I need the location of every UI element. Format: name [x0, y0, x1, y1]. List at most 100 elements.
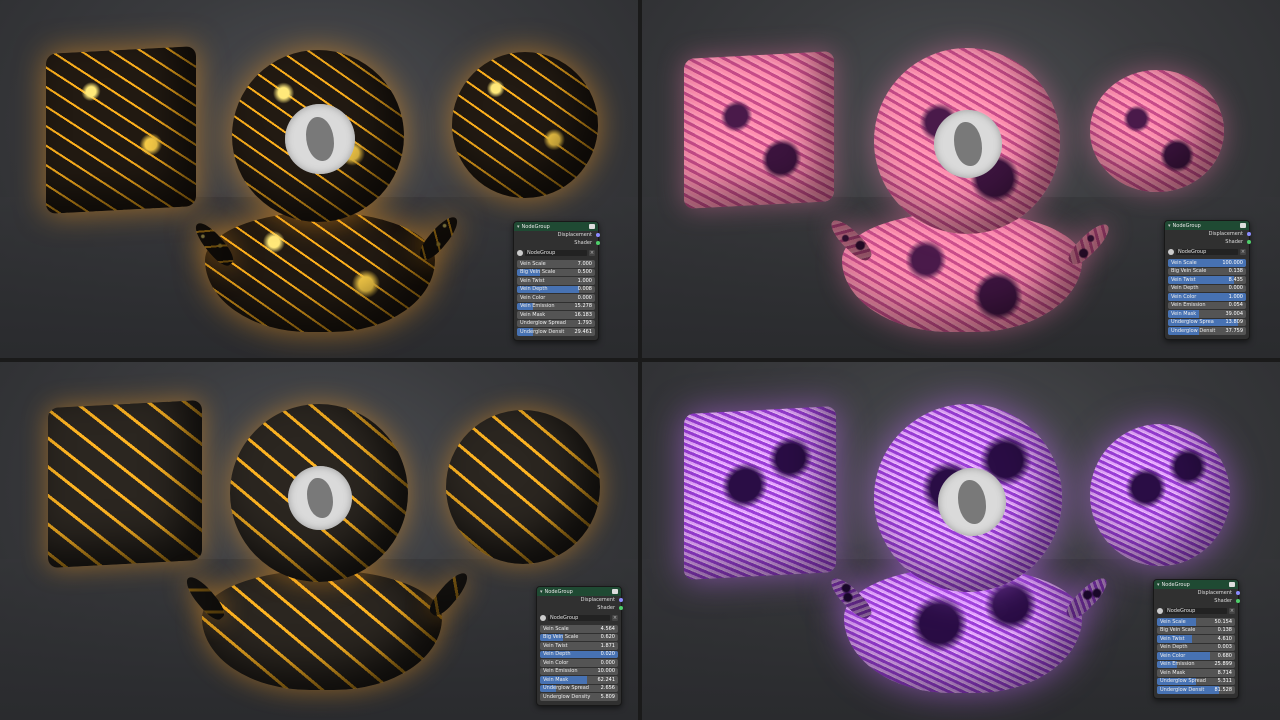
field-label: Vein Mask	[543, 676, 569, 683]
output-row: Shader	[1165, 238, 1251, 246]
field-value: 1.871	[600, 642, 615, 649]
pink-small-sphere	[1090, 70, 1224, 192]
output-socket[interactable]	[619, 598, 623, 602]
unlink-icon[interactable]: ×	[1229, 607, 1235, 614]
output-row: Displacement	[1165, 230, 1251, 238]
input-field[interactable]: Vein Mask 39.004	[1168, 310, 1246, 318]
node-header[interactable]: ▾ NodeGroup	[1154, 580, 1238, 589]
input-field[interactable]: Vein Emission 0.054	[1168, 301, 1246, 309]
node-tree-icon[interactable]	[517, 249, 523, 256]
output-socket[interactable]	[596, 241, 600, 245]
field-label: Underglow Spread	[543, 685, 589, 692]
node-group-name[interactable]: NodeGroup	[525, 249, 587, 256]
input-field[interactable]: Underglow Spread 2.656	[540, 684, 618, 692]
input-field[interactable]: Vein Depth 0.000	[1168, 284, 1246, 292]
collapse-arrow-icon[interactable]: ▾	[1157, 582, 1160, 588]
render-panel-top-right: ▾ NodeGroup Displacement Shader NodeGroup × Ve…	[642, 0, 1280, 358]
node-group-panel[interactable]: ▾ NodeGroup Displacement Shader NodeGroup × Ve…	[536, 586, 623, 706]
output-socket[interactable]	[1236, 591, 1240, 595]
input-field[interactable]: Vein Twist 4.610	[1157, 635, 1235, 643]
input-field[interactable]: Vein Mask 8.714	[1157, 669, 1235, 677]
input-field[interactable]: Vein Twist 1.000	[517, 277, 595, 285]
field-label: Vein Color	[1171, 293, 1197, 300]
input-field[interactable]: Vein Scale 7.000	[517, 260, 595, 268]
input-field[interactable]: Vein Emission 25.899	[1157, 660, 1235, 668]
input-field[interactable]: Big Vein Scale 0.500	[517, 268, 595, 276]
field-value: 0.008	[577, 286, 592, 293]
node-group-panel[interactable]: ▾ NodeGroup Displacement Shader NodeGroup × Ve…	[1153, 579, 1240, 699]
field-label: Vein Mask	[520, 311, 546, 318]
input-field[interactable]: Vein Color 0.000	[540, 659, 618, 667]
field-label: Underglow Spread	[520, 320, 566, 327]
input-field[interactable]: Vein Emission 15.278	[517, 302, 595, 310]
input-field[interactable]: Big Vein Scale 0.620	[540, 633, 618, 641]
field-label: Vein Scale	[1160, 618, 1186, 625]
output-label: Displacement	[1208, 231, 1243, 237]
unlink-icon[interactable]: ×	[1240, 248, 1246, 255]
node-tree-icon[interactable]	[1157, 607, 1163, 614]
field-value: 1.000	[1228, 293, 1243, 300]
node-group-name[interactable]: NodeGroup	[1176, 248, 1238, 255]
node-tree-icon[interactable]	[540, 614, 546, 621]
input-field[interactable]: Underglow Densit 37.759	[1168, 327, 1246, 335]
input-field[interactable]: Vein Scale 4.564	[540, 625, 618, 633]
input-field[interactable]: Underglow Spread 1.793	[517, 319, 595, 327]
unlink-icon[interactable]: ×	[612, 614, 618, 621]
input-field[interactable]: Big Vein Scale 0.138	[1157, 626, 1235, 634]
node-header[interactable]: ▾ NodeGroup	[537, 587, 621, 596]
node-group-name[interactable]: NodeGroup	[548, 614, 610, 621]
output-socket[interactable]	[1236, 599, 1240, 603]
node-group-name[interactable]: NodeGroup	[1165, 607, 1227, 614]
input-field[interactable]: Vein Twist 1.871	[540, 642, 618, 650]
input-field[interactable]: Vein Color 0.000	[517, 294, 595, 302]
input-field[interactable]: Underglow Spread 5.311	[1157, 677, 1235, 685]
node-group-panel[interactable]: ▾ NodeGroup Displacement Shader NodeGroup × Ve…	[1164, 220, 1251, 340]
field-label: Vein Mask	[1171, 310, 1197, 317]
blender-logo-decal	[285, 104, 355, 174]
output-row: Shader	[514, 239, 600, 247]
input-field[interactable]: Underglow Densit 81.528	[1157, 686, 1235, 694]
node-title: NodeGroup	[521, 223, 550, 230]
input-field[interactable]: Vein Mask 16.183	[517, 311, 595, 319]
lava-small-sphere	[446, 410, 600, 564]
render-panel-top-left: ▾ NodeGroup Displacement Shader NodeGroup × Ve…	[0, 0, 638, 358]
input-fields: Vein Scale 100.000 Big Vein Scale 0.138 Vein…	[1165, 256, 1249, 339]
input-field[interactable]: Underglow Density 5.809	[540, 693, 618, 701]
input-field[interactable]: Big Vein Scale 0.138	[1168, 267, 1246, 275]
input-field[interactable]: Underglow Sprea 13.809	[1168, 318, 1246, 326]
output-label: Shader	[1225, 239, 1243, 245]
node-group-selector[interactable]: NodeGroup ×	[1165, 247, 1249, 256]
input-field[interactable]: Vein Color 1.000	[1168, 293, 1246, 301]
node-group-icon	[589, 224, 595, 229]
node-group-selector[interactable]: NodeGroup ×	[514, 248, 598, 257]
collapse-arrow-icon[interactable]: ▾	[517, 224, 520, 230]
field-label: Vein Depth	[543, 651, 571, 658]
unlink-icon[interactable]: ×	[589, 249, 595, 256]
output-socket[interactable]	[596, 233, 600, 237]
render-grid: ▾ NodeGroup Displacement Shader NodeGroup × Ve…	[0, 0, 1280, 720]
field-label: Underglow Sprea	[1171, 319, 1214, 326]
input-field[interactable]: Underglow Densit 29.461	[517, 328, 595, 336]
input-field[interactable]: Vein Mask 62.241	[540, 676, 618, 684]
node-group-selector[interactable]: NodeGroup ×	[537, 613, 621, 622]
input-field[interactable]: Vein Scale 50.154	[1157, 618, 1235, 626]
node-tree-icon[interactable]	[1168, 248, 1174, 255]
field-label: Underglow Densit	[520, 328, 565, 335]
output-label: Displacement	[580, 597, 615, 603]
output-socket[interactable]	[1247, 240, 1251, 244]
input-field[interactable]: Vein Depth 0.003	[1157, 643, 1235, 651]
input-field[interactable]: Vein Scale 100.000	[1168, 259, 1246, 267]
output-socket[interactable]	[1247, 232, 1251, 236]
collapse-arrow-icon[interactable]: ▾	[540, 589, 543, 595]
input-field[interactable]: Vein Twist 8.435	[1168, 276, 1246, 284]
node-header[interactable]: ▾ NodeGroup	[514, 222, 598, 231]
input-field[interactable]: Vein Emission 10.000	[540, 667, 618, 675]
node-header[interactable]: ▾ NodeGroup	[1165, 221, 1249, 230]
collapse-arrow-icon[interactable]: ▾	[1168, 223, 1171, 229]
node-group-panel[interactable]: ▾ NodeGroup Displacement Shader NodeGroup × Ve…	[513, 221, 600, 341]
output-socket[interactable]	[619, 606, 623, 610]
input-field[interactable]: Vein Depth 0.020	[540, 650, 618, 658]
input-field[interactable]: Vein Depth 0.008	[517, 285, 595, 293]
node-group-selector[interactable]: NodeGroup ×	[1154, 606, 1238, 615]
input-field[interactable]: Vein Color 0.680	[1157, 652, 1235, 660]
